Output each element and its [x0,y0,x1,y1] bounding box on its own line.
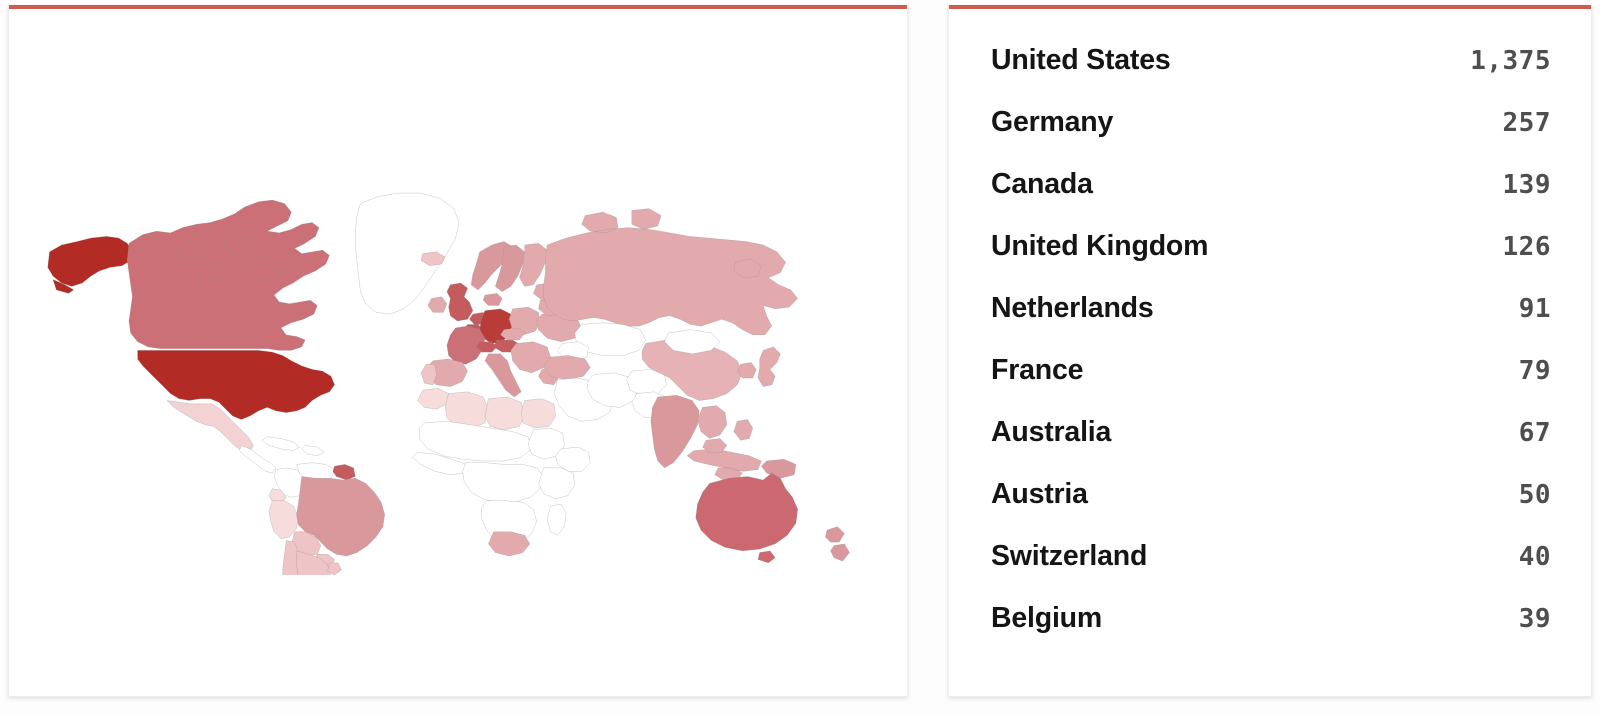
country-southeast-asia[interactable] [697,406,726,439]
country-philippines[interactable] [734,419,753,440]
country-name: Belgium [991,602,1103,634]
country-japan[interactable] [758,347,780,387]
country-name: Australia [991,416,1112,448]
list-item[interactable]: Netherlands 91 [991,277,1551,339]
country-name: Canada [991,168,1093,200]
list-item[interactable]: Germany 257 [991,91,1551,153]
list-item[interactable]: Austria 50 [991,463,1551,525]
country-guyanas[interactable] [333,464,355,480]
list-item[interactable]: United Kingdom 126 [991,215,1551,277]
country-ranking-list: United States 1,375 Germany 257 Canada 1… [991,29,1551,649]
country-central-africa[interactable] [462,463,543,503]
world-choropleth-map[interactable] [9,9,909,697]
list-item[interactable]: Belgium 39 [991,587,1551,649]
country-ethiopia[interactable] [556,447,591,471]
country-greenland[interactable] [355,193,459,314]
country-value: 79 [1518,356,1551,386]
country-ireland[interactable] [428,297,447,313]
country-russia[interactable] [544,209,798,335]
country-united-states[interactable] [138,350,335,419]
country-east-africa[interactable] [538,468,574,499]
list-item[interactable]: France 79 [991,339,1551,401]
country-value: 67 [1518,418,1551,448]
list-panel-accent-bar [949,5,1591,9]
country-value: 139 [1502,170,1551,200]
country-name: Netherlands [991,292,1154,324]
country-denmark[interactable] [483,293,502,305]
country-value: 257 [1502,108,1551,138]
list-item[interactable]: United States 1,375 [991,29,1551,91]
country-cuba[interactable] [262,437,300,451]
country-united-kingdom[interactable] [447,283,473,321]
country-name: United States [991,44,1171,76]
country-value: 1,375 [1470,46,1551,76]
country-value: 40 [1518,542,1551,572]
country-madagascar[interactable] [547,504,566,535]
country-hispaniola[interactable] [302,445,324,455]
country-value: 39 [1518,604,1551,634]
country-south-africa[interactable] [488,532,529,556]
country-mongolia[interactable] [665,330,720,354]
country-name: Germany [991,106,1114,138]
country-value: 50 [1518,480,1551,510]
world-map-svg[interactable] [27,105,891,575]
country-turkey[interactable] [544,356,591,380]
country-australia[interactable] [696,473,798,563]
country-central-america[interactable] [240,445,276,473]
country-name: Switzerland [991,540,1148,572]
country-papua-new-guinea[interactable] [761,459,796,478]
list-item[interactable]: Switzerland 40 [991,525,1551,587]
country-portugal[interactable] [421,364,437,385]
country-value: 91 [1518,294,1551,324]
dashboard-root: United States 1,375 Germany 257 Canada 1… [0,0,1600,714]
map-panel [8,5,908,697]
list-item[interactable]: Australia 67 [991,401,1551,463]
country-name: Austria [991,478,1088,510]
country-finland[interactable] [519,243,547,286]
country-egypt[interactable] [521,399,556,428]
list-item[interactable]: Canada 139 [991,153,1551,215]
country-new-zealand[interactable] [825,527,849,562]
country-ranking-panel: United States 1,375 Germany 257 Canada 1… [948,5,1592,697]
country-alaska[interactable] [48,236,133,293]
country-morocco[interactable] [418,388,449,409]
country-indonesia[interactable] [687,449,761,480]
country-name: France [991,354,1084,386]
country-value: 126 [1502,232,1551,262]
country-libya[interactable] [485,397,525,430]
country-peru[interactable] [269,501,298,539]
country-canada[interactable] [127,200,329,350]
country-name: United Kingdom [991,230,1209,262]
